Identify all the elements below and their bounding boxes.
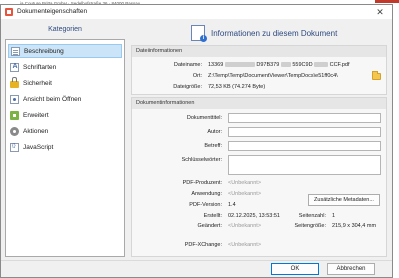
font-icon: [10, 62, 19, 72]
categories-header: Kategorien: [48, 26, 82, 33]
pdf-xchange-value: <Unbekannt>: [228, 242, 262, 248]
category-item-erweitert[interactable]: Erweitert: [8, 108, 122, 122]
file-info-group: Dateiinformationen Dateiname: 13369 D97B…: [131, 45, 387, 95]
category-label: Erweitert: [23, 111, 49, 119]
created-label: Erstellt:: [203, 213, 222, 219]
plugin-icon: [10, 110, 19, 120]
category-item-javascript[interactable]: JavaScript: [8, 140, 122, 154]
keywords-input[interactable]: [228, 155, 381, 175]
dialog-footer: OK Abbrechen: [1, 260, 392, 277]
category-item-aktionen[interactable]: Aktionen: [8, 124, 122, 138]
modified-label: Geändert:: [197, 223, 222, 229]
category-label: Aktionen: [23, 127, 49, 135]
open-folder-icon[interactable]: [372, 71, 381, 80]
created-value: 02.12.2025, 13:53:51: [228, 213, 280, 219]
ok-button[interactable]: OK: [271, 263, 319, 275]
category-item-ansicht[interactable]: Ansicht beim Öffnen: [8, 92, 122, 106]
document-info-icon: [191, 25, 207, 42]
filename-part: 559C9D: [292, 62, 313, 68]
window-title: Dokumenteigenschaften: [17, 8, 88, 15]
subject-input[interactable]: [228, 141, 381, 151]
doc-title-label: Dokumenttitel:: [186, 115, 222, 121]
redacted-block: [224, 62, 255, 68]
filename-part: CCF.pdf: [329, 62, 350, 68]
eye-icon: [10, 94, 19, 104]
application-value: <Unbekannt>: [228, 191, 262, 197]
category-label: Schriftarten: [23, 63, 57, 71]
page-size-value: 215,9 x 304,4 mm: [332, 223, 377, 229]
page-count-label: Seitenzahl:: [298, 213, 326, 219]
producer-value: <Unbekannt>: [228, 180, 262, 186]
title-bar[interactable]: Dokumenteigenschaften ✕: [1, 5, 392, 19]
page-count-value: 1: [332, 213, 336, 219]
modified-value: <Unbekannt>: [228, 223, 262, 229]
category-label: Ansicht beim Öffnen: [23, 95, 82, 103]
category-label: JavaScript: [23, 143, 54, 151]
additional-metadata-button[interactable]: Zusätzliche Metadaten...: [308, 194, 380, 206]
location-value: Z:\Temp\Temp\DocumentViewer\TempDocs\e51…: [208, 73, 338, 79]
category-label: Sicherheit: [23, 79, 52, 87]
category-item-beschreibung[interactable]: Beschreibung: [8, 44, 122, 58]
app-icon: [5, 8, 13, 16]
background-accent-bar: [375, 0, 399, 3]
page-size-label: Seitengröße:: [294, 223, 327, 229]
lock-icon: [10, 76, 19, 88]
gear-icon: [10, 126, 19, 136]
pdf-xchange-label: PDF-XChange:: [184, 242, 222, 248]
author-input[interactable]: [228, 127, 381, 137]
author-label: Autor:: [207, 129, 222, 135]
filename-part: 13369: [208, 62, 224, 68]
close-icon: ✕: [376, 7, 384, 17]
cancel-button[interactable]: Abbrechen: [327, 263, 375, 275]
subject-label: Betreff:: [204, 143, 222, 149]
document-properties-dialog: Dokumenteigenschaften ✕ Kategorien Besch…: [0, 4, 393, 278]
doc-title-input[interactable]: [228, 113, 381, 123]
producer-label: PDF-Produzent:: [182, 180, 222, 186]
filename-label: Dateiname:: [173, 62, 202, 68]
filename-value: 13369 D97B379 559C9D CCF.pdf: [208, 62, 349, 68]
javascript-icon: [10, 142, 19, 152]
info-header-title: Informationen zu diesem Dokument: [211, 28, 338, 38]
redacted-block: [314, 62, 329, 68]
category-item-schriftarten[interactable]: Schriftarten: [8, 60, 122, 74]
category-item-sicherheit[interactable]: Sicherheit: [8, 76, 122, 90]
filename-part: D97B379: [256, 62, 280, 68]
filesize-value: 72,53 KB (74.274 Byte): [208, 84, 266, 90]
page-icon: [11, 46, 20, 56]
doc-info-group-title: Dokumentinformationen: [132, 98, 386, 109]
location-label: Ort:: [192, 73, 202, 79]
pdf-version-value: 1.4: [228, 202, 236, 208]
category-label: Beschreibung: [24, 47, 64, 55]
keywords-label: Schlüsselwörter:: [181, 157, 222, 163]
application-label: Anwendung:: [191, 191, 222, 197]
close-button[interactable]: ✕: [371, 6, 389, 18]
pdf-version-label: PDF-Version:: [189, 202, 222, 208]
info-header: Informationen zu diesem Dokument: [131, 23, 387, 43]
redacted-block: [280, 62, 291, 68]
categories-list[interactable]: Beschreibung Schriftarten Sicherheit Ans…: [5, 39, 125, 257]
file-info-group-title: Dateiinformationen: [132, 46, 386, 57]
doc-info-group: Dokumentinformationen Dokumenttitel: Aut…: [131, 97, 387, 257]
filesize-label: Dateigröße:: [173, 84, 202, 90]
